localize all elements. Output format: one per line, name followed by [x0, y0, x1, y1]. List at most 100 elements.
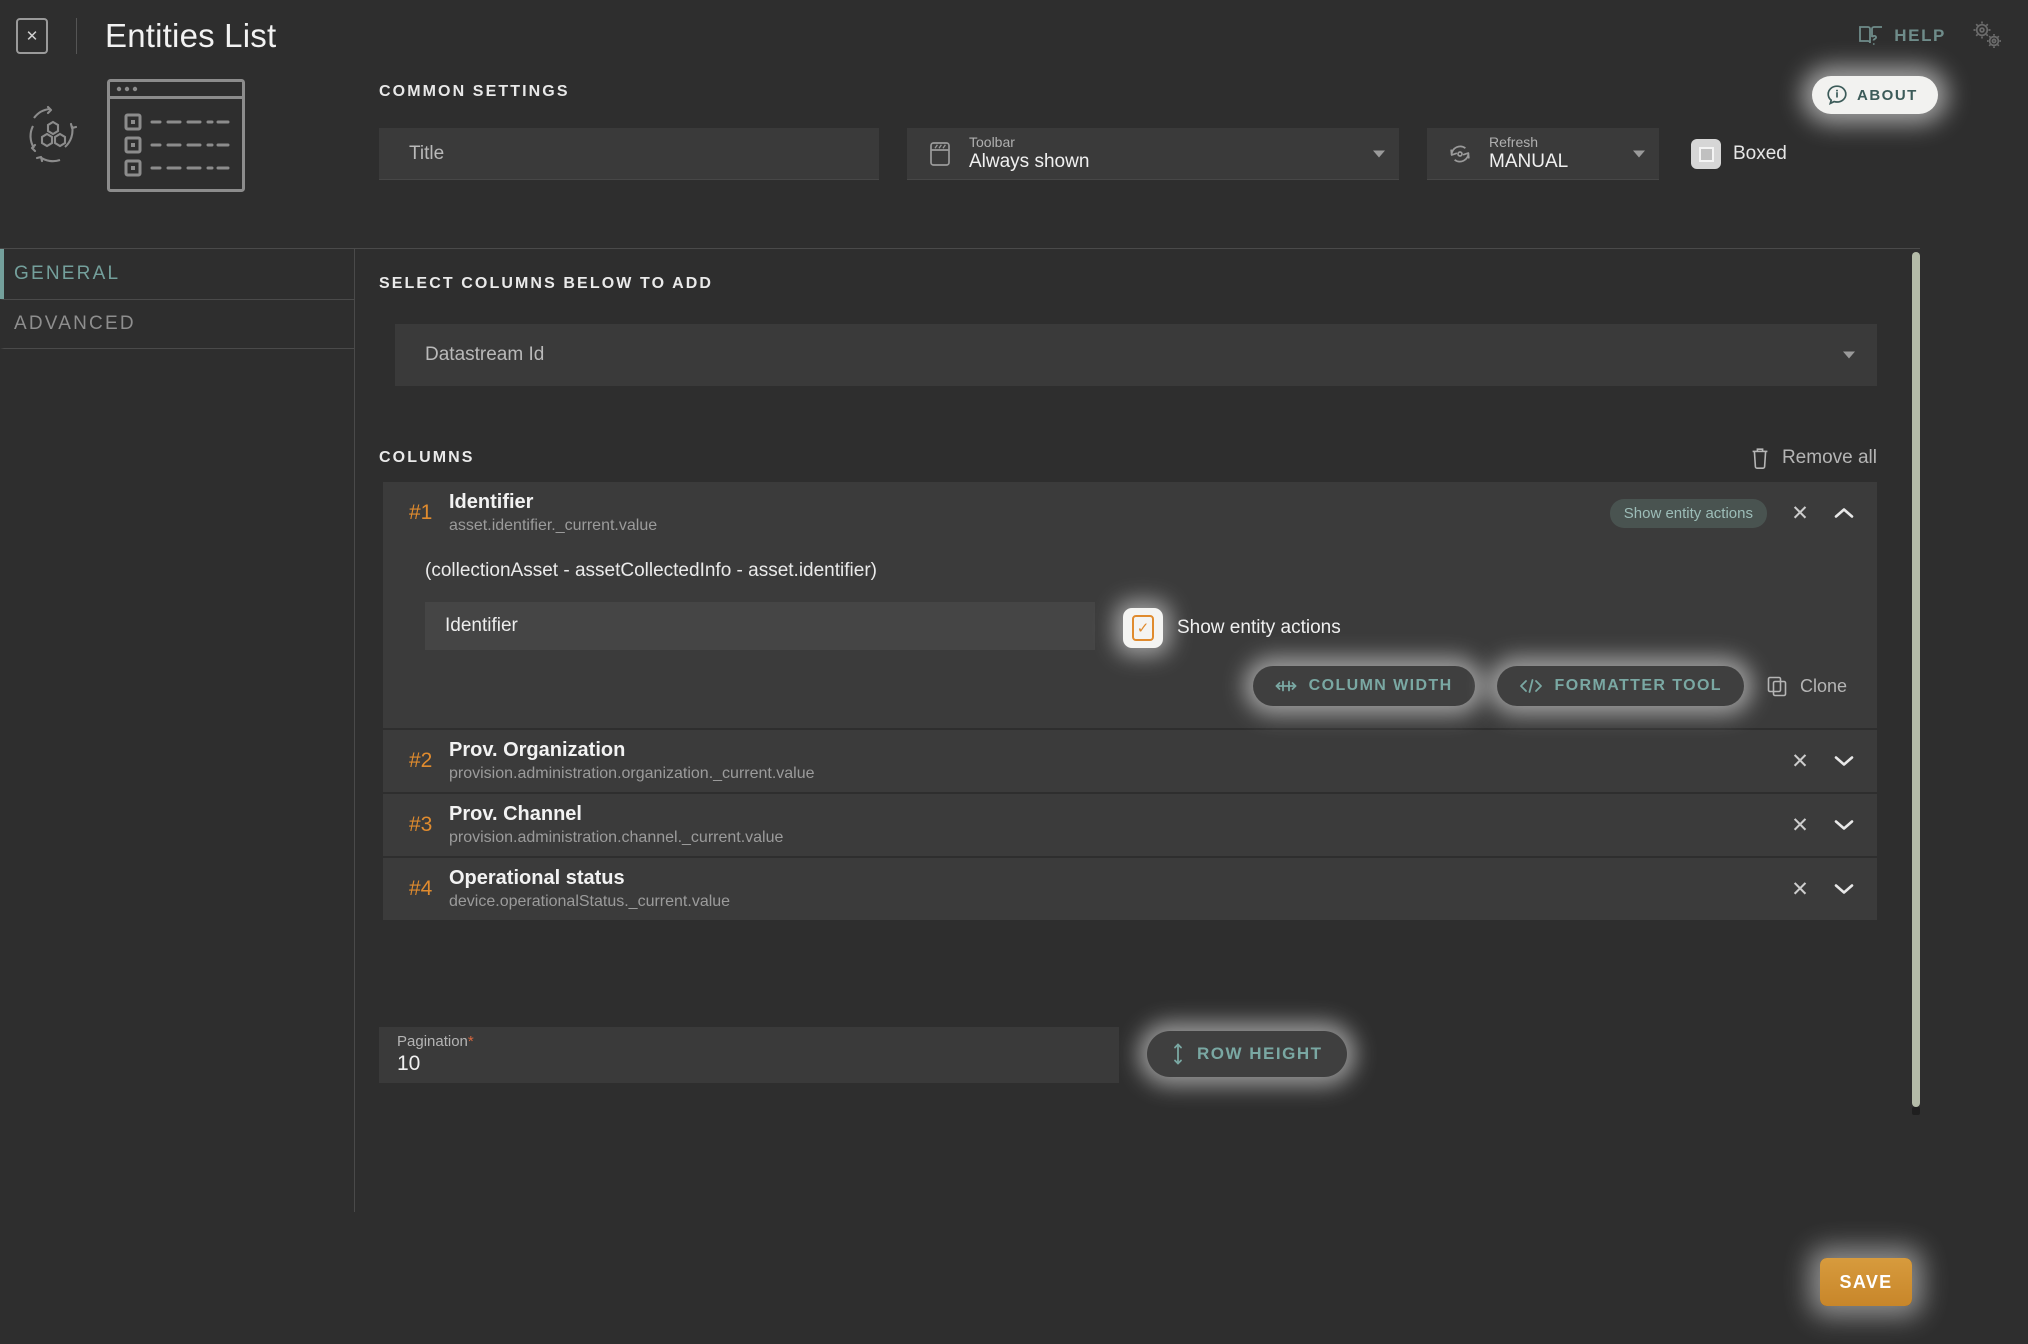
title-placeholder: Title: [409, 142, 445, 164]
column-index: #4: [409, 877, 433, 900]
close-button[interactable]: ✕: [16, 18, 48, 54]
column-header-4[interactable]: #4 Operational status device.operational…: [383, 858, 1877, 920]
datastream-placeholder: Datastream Id: [425, 344, 545, 365]
refresh-select[interactable]: Refresh MANUAL: [1427, 128, 1659, 180]
status-badge: Show entity actions: [1609, 498, 1767, 528]
remove-column-icon[interactable]: ✕: [1787, 749, 1813, 774]
remove-all-button[interactable]: Remove all: [1750, 446, 1877, 470]
pagination-input[interactable]: Pagination* 10: [379, 1027, 1119, 1083]
chevron-down-icon[interactable]: [1833, 882, 1859, 896]
sidebar-item-general[interactable]: GENERAL: [0, 249, 354, 299]
width-arrows-icon: [1275, 679, 1297, 693]
gears-icon[interactable]: [1968, 18, 2006, 54]
boxed-checkbox[interactable]: Boxed: [1691, 128, 1787, 180]
column-expression: (collectionAsset - assetCollectedInfo - …: [425, 560, 877, 581]
common-settings-row: Title Toolbar Always shown Refresh MANUA…: [379, 128, 1787, 180]
clone-icon: [1766, 675, 1788, 697]
remove-column-icon[interactable]: ✕: [1787, 501, 1813, 526]
select-columns-heading: SELECT COLUMNS BELOW TO ADD: [379, 275, 714, 292]
formatter-tool-label: FORMATTER TOOL: [1554, 677, 1722, 694]
remove-column-icon[interactable]: ✕: [1787, 813, 1813, 838]
chevron-down-icon[interactable]: [1833, 818, 1859, 832]
help-label: HELP: [1894, 26, 1946, 45]
column-card-1: #1 Identifier asset.identifier._current.…: [383, 482, 1877, 728]
checkbox-highlight: ✓: [1123, 608, 1163, 648]
vertical-scrollbar[interactable]: [1912, 252, 1920, 1107]
column-name-input-value: Identifier: [445, 615, 518, 636]
show-entity-actions-label: Show entity actions: [1177, 617, 1341, 638]
clone-label: Clone: [1799, 675, 1847, 696]
sidebar-item-advanced[interactable]: ADVANCED: [0, 299, 354, 349]
title-input[interactable]: Title: [379, 128, 879, 180]
chevron-down-icon[interactable]: [1843, 351, 1855, 359]
chevron-down-icon[interactable]: [1373, 150, 1385, 157]
about-label: ABOUT: [1857, 86, 1918, 104]
code-brackets-icon: [1519, 678, 1543, 694]
column-name: Prov. Organization: [449, 739, 626, 761]
page-title: Entities List: [105, 17, 277, 54]
toolbar-icon: [925, 141, 955, 167]
bottom-settings-row: Pagination* 10 ROW HEIGHT: [379, 1027, 1347, 1083]
clone-button[interactable]: Clone: [1766, 675, 1847, 697]
list-widget-preview-icon: [106, 78, 246, 193]
height-arrows-icon: [1171, 1043, 1185, 1065]
column-width-label: COLUMN WIDTH: [1308, 677, 1453, 694]
column-path: asset.identifier._current.value: [449, 517, 658, 534]
formatter-tool-button[interactable]: FORMATTER TOOL: [1496, 666, 1744, 706]
columns-header: COLUMNS Remove all: [379, 446, 1877, 470]
save-button[interactable]: SAVE: [1820, 1258, 1912, 1306]
sidebar-item-label: GENERAL: [14, 263, 121, 284]
scrollbar-end-cap: [1912, 1107, 1920, 1115]
column-header-3[interactable]: #3 Prov. Channel provision.administratio…: [383, 794, 1877, 856]
column-name: Identifier: [449, 491, 534, 513]
row-height-label: ROW HEIGHT: [1197, 1044, 1323, 1063]
column-action-buttons: COLUMN WIDTH FORMATTER TOOL Clone: [425, 666, 1851, 706]
column-card-3: #3 Prov. Channel provision.administratio…: [383, 794, 1877, 856]
toolbar-select[interactable]: Toolbar Always shown: [907, 128, 1399, 180]
top-bar: ✕ Entities List HELP: [0, 0, 2028, 72]
column-header-1[interactable]: #1 Identifier asset.identifier._current.…: [383, 482, 1877, 544]
close-icon: ✕: [25, 28, 39, 45]
columns-heading: COLUMNS: [379, 449, 475, 466]
about-button[interactable]: ABOUT: [1812, 76, 1938, 114]
save-label: SAVE: [1839, 1271, 1893, 1292]
column-name-input[interactable]: Identifier: [425, 602, 1095, 650]
chevron-up-icon[interactable]: [1833, 506, 1859, 520]
remove-all-label: Remove all: [1781, 447, 1877, 468]
row-height-button[interactable]: ROW HEIGHT: [1147, 1031, 1347, 1077]
chevron-down-icon[interactable]: [1633, 150, 1645, 157]
required-marker: *: [467, 1033, 474, 1050]
widget-preview: [22, 78, 246, 193]
show-entity-actions-checkbox[interactable]: ✓ Show entity actions: [1123, 608, 1341, 648]
column-path: provision.administration.channel._curren…: [449, 829, 784, 846]
book-question-icon: [1858, 24, 1884, 48]
datastream-select[interactable]: Datastream Id: [395, 324, 1877, 386]
column-name: Prov. Channel: [449, 803, 582, 825]
checkmark-icon: ✓: [1132, 615, 1154, 641]
column-body-1: (collectionAsset - assetCollectedInfo - …: [383, 544, 1877, 720]
help-button[interactable]: HELP: [1858, 24, 1946, 48]
trash-icon: [1750, 446, 1770, 470]
sidebar-item-label: ADVANCED: [14, 313, 136, 334]
pagination-value: 10: [397, 1052, 421, 1075]
pagination-label: Pagination: [397, 1033, 468, 1050]
column-name: Operational status: [449, 867, 625, 889]
sidebar: GENERAL ADVANCED: [0, 249, 355, 1212]
refresh-label: Refresh: [1489, 133, 1539, 150]
chevron-down-icon[interactable]: [1833, 754, 1859, 768]
column-index: #2: [409, 749, 433, 772]
column-header-2[interactable]: #2 Prov. Organization provision.administ…: [383, 730, 1877, 792]
toolbar-label: Toolbar: [969, 133, 1015, 150]
column-width-button[interactable]: COLUMN WIDTH: [1252, 666, 1475, 706]
refresh-icon: [1445, 141, 1475, 167]
info-circle-icon: [1826, 84, 1848, 106]
header-divider: [76, 18, 77, 54]
column-index: #3: [409, 813, 433, 836]
toolbar-value: Always shown: [969, 150, 1090, 172]
remove-column-icon[interactable]: ✕: [1787, 877, 1813, 902]
common-settings-heading: COMMON SETTINGS: [379, 83, 570, 100]
columns-list: #1 Identifier asset.identifier._current.…: [383, 482, 1877, 920]
column-path: device.operationalStatus._current.value: [449, 893, 731, 910]
refresh-value: MANUAL: [1489, 150, 1569, 172]
top-bar-actions: HELP: [1858, 18, 2028, 54]
